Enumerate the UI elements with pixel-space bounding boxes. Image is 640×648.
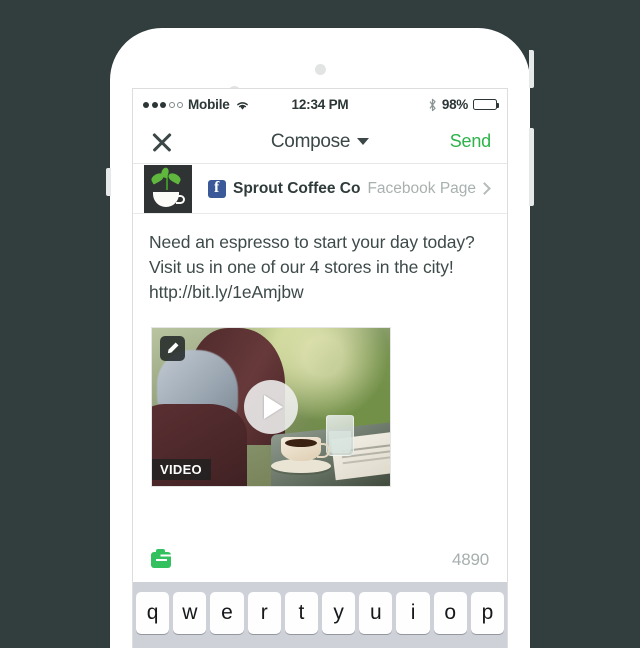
phone-screen: Mobile 12:34 PM 98% Compose Send f Sprou… xyxy=(132,88,508,648)
battery-icon xyxy=(473,99,500,110)
play-video-button[interactable] xyxy=(244,380,298,434)
profile-meta: Sprout Coffee Co Facebook Page xyxy=(208,179,480,198)
pencil-icon xyxy=(167,342,179,354)
key-e[interactable]: e xyxy=(210,592,244,634)
key-p[interactable]: p xyxy=(470,592,505,634)
profile-name: Sprout Coffee Co xyxy=(233,179,361,197)
profile-selector-row[interactable]: Sprout Coffee Co Facebook Page xyxy=(133,164,507,214)
key-u[interactable]: u xyxy=(359,592,393,634)
add-media-button[interactable] xyxy=(151,549,171,568)
compose-toolbar: 4890 xyxy=(133,538,507,582)
facebook-icon xyxy=(208,179,226,198)
status-bar-left: Mobile xyxy=(143,97,292,112)
volume-button[interactable] xyxy=(529,128,534,206)
scene-water-glass xyxy=(325,414,355,456)
silent-switch-button[interactable] xyxy=(106,168,111,196)
status-bar-time: 12:34 PM xyxy=(291,97,349,112)
chevron-down-icon xyxy=(357,138,370,145)
bluetooth-icon xyxy=(429,98,436,111)
keyboard-row-1: q w e r t y u i o p xyxy=(136,592,505,634)
key-t[interactable]: t xyxy=(284,592,319,634)
key-w[interactable]: w xyxy=(173,592,207,634)
send-button[interactable]: Send xyxy=(450,131,491,152)
compose-body: Need an espresso to start your day today… xyxy=(133,214,507,487)
front-camera-icon xyxy=(314,64,326,75)
character-count-label: 4890 xyxy=(451,550,489,569)
key-i[interactable]: i xyxy=(396,592,430,634)
scene-coffee-cup xyxy=(280,437,331,461)
media-attachment-card[interactable]: VIDEO xyxy=(151,327,391,487)
close-button[interactable] xyxy=(149,129,175,155)
battery-percent-label: 98% xyxy=(441,97,468,112)
power-button[interactable] xyxy=(529,50,534,88)
key-o[interactable]: o xyxy=(433,592,467,634)
play-icon xyxy=(264,395,283,419)
key-q[interactable]: q xyxy=(136,592,170,634)
key-y[interactable]: y xyxy=(322,592,356,634)
carrier-label: Mobile xyxy=(188,97,230,112)
edit-media-button[interactable] xyxy=(160,336,185,361)
page-title: Compose xyxy=(270,130,351,152)
chevron-right-icon[interactable] xyxy=(478,182,491,195)
avatar xyxy=(144,164,192,213)
status-bar-right: 98% xyxy=(348,97,500,112)
wifi-icon xyxy=(236,101,248,110)
signal-strength-icon xyxy=(143,101,183,108)
compose-text-input[interactable]: Need an espresso to start your day today… xyxy=(149,230,491,305)
media-type-badge: VIDEO xyxy=(152,459,211,480)
navigation-bar: Compose Send xyxy=(133,120,507,164)
on-screen-keyboard: q w e r t y u i o p xyxy=(133,582,507,648)
status-bar: Mobile 12:34 PM 98% xyxy=(133,89,507,120)
phone-device: Mobile 12:34 PM 98% Compose Send f Sprou… xyxy=(106,28,534,648)
profile-type: Facebook Page xyxy=(367,179,477,197)
key-r[interactable]: r xyxy=(247,592,281,634)
